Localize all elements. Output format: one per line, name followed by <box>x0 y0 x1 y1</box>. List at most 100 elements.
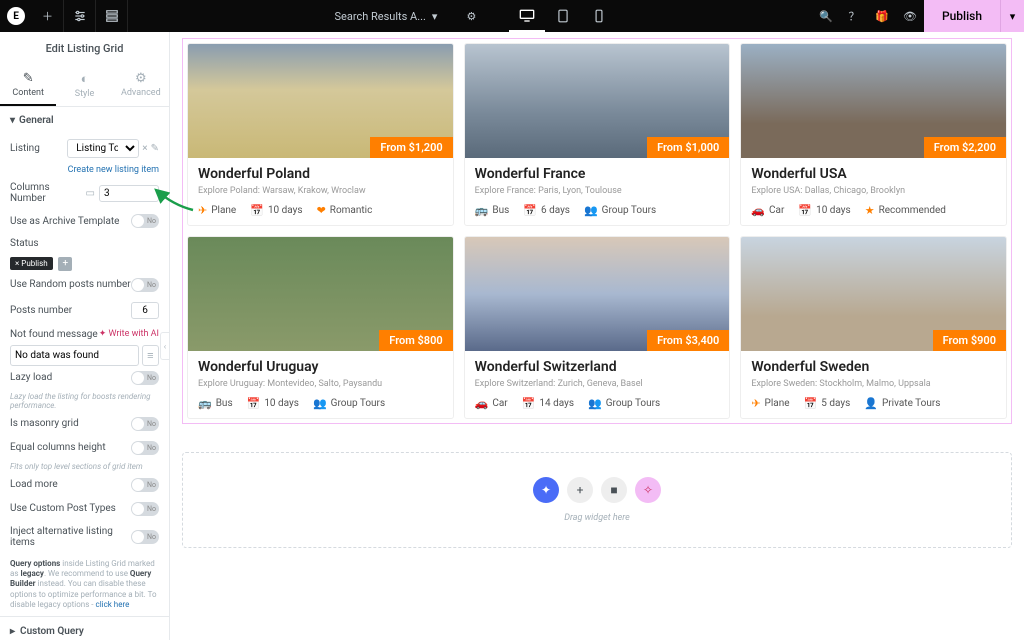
collapse-sidebar[interactable]: ‹ <box>160 332 170 360</box>
price-badge: From $900 <box>933 330 1006 351</box>
listing-grid-widget[interactable]: From $1,200 Wonderful Poland Explore Pol… <box>182 38 1012 424</box>
card-title: Wonderful Uruguay <box>198 359 443 375</box>
card-meta: 🚗Car 📅10 days ★Recommended <box>751 204 996 217</box>
dynamic-tags-icon[interactable]: ≡ <box>142 345 159 366</box>
listing-card[interactable]: From $800 Wonderful Uruguay Explore Urug… <box>187 236 454 419</box>
status-label: Status <box>10 238 159 249</box>
card-image: From $2,200 <box>741 44 1006 158</box>
whats-new-icon[interactable]: 🎁 <box>868 0 896 32</box>
tag-icon: ❤ <box>317 204 326 217</box>
droplet-icon: ◐ <box>56 71 112 87</box>
listing-card[interactable]: From $900 Wonderful Sweden Explore Swede… <box>740 236 1007 419</box>
device-mobile[interactable] <box>581 0 617 32</box>
eqcol-hint: Fits only top level sections of grid ite… <box>10 460 159 473</box>
topbar: E ＋ Search Results A... ▾ ⚙ 🔍 ？ <box>0 0 1024 32</box>
price-badge: From $800 <box>379 330 452 351</box>
card-body: Wonderful Poland Explore Poland: Warsaw,… <box>188 158 453 225</box>
publish-button[interactable]: Publish <box>924 0 1000 32</box>
card-meta: 🚌Bus 📅6 days 👥Group Tours <box>475 204 720 217</box>
card-body: Wonderful Switzerland Explore Switzerlan… <box>465 351 730 418</box>
tab-style[interactable]: ◐Style <box>56 65 112 106</box>
cpt-label: Use Custom Post Types <box>10 503 131 514</box>
random-label: Use Random posts number <box>10 279 131 290</box>
create-listing-link[interactable]: Create new listing item <box>10 163 159 177</box>
listing-select[interactable]: Listing Tours <box>67 139 139 158</box>
listing-label: Listing <box>10 143 67 154</box>
calendar-icon: 📅 <box>522 397 536 410</box>
lazy-toggle[interactable]: No <box>131 371 159 385</box>
listing-clear-icon[interactable]: × <box>142 143 147 154</box>
card-title: Wonderful France <box>475 166 720 182</box>
card-meta: 🚗Car 📅14 days 👥Group Tours <box>475 397 720 410</box>
chevron-down-icon: ▾ <box>432 10 438 23</box>
inject-toggle[interactable]: No <box>131 530 159 544</box>
acc-custom-query[interactable]: ▸Custom Query <box>0 616 169 640</box>
card-subtitle: Explore USA: Dallas, Chicago, Brooklyn <box>751 186 996 196</box>
dz-ai-button[interactable]: ✦ <box>533 477 559 503</box>
lazy-hint: Lazy load the listing for boosts renderi… <box>10 390 159 412</box>
card-body: Wonderful Sweden Explore Sweden: Stockho… <box>741 351 1006 418</box>
status-add-button[interactable]: + <box>58 257 72 271</box>
calendar-icon: 📅 <box>804 397 818 410</box>
notfound-label: Not found message <box>10 329 99 340</box>
price-badge: From $2,200 <box>924 137 1006 158</box>
card-subtitle: Explore Sweden: Stockholm, Malmo, Uppsal… <box>751 379 996 389</box>
structure-button[interactable] <box>96 0 128 32</box>
page-settings-icon[interactable]: ⚙ <box>457 0 485 32</box>
archive-toggle[interactable]: No <box>131 214 159 228</box>
listing-card[interactable]: From $1,000 Wonderful France Explore Fra… <box>464 43 731 226</box>
elementor-logo[interactable]: E <box>0 0 32 32</box>
notfound-input[interactable] <box>10 345 139 366</box>
caret-down-icon: ▾ <box>10 115 15 126</box>
card-subtitle: Explore Poland: Warsaw, Krakow, Wroclaw <box>198 186 443 196</box>
cpt-toggle[interactable]: No <box>131 502 159 516</box>
page-selector[interactable]: Search Results A... ▾ <box>322 0 449 32</box>
page-label: Search Results A... <box>334 10 425 23</box>
tab-advanced[interactable]: ⚙Advanced <box>113 65 169 106</box>
masonry-toggle[interactable]: No <box>131 417 159 431</box>
dz-add-button[interactable]: + <box>567 477 593 503</box>
help-icon[interactable]: ？ <box>840 0 868 32</box>
card-image: From $900 <box>741 237 1006 351</box>
tag-icon: ★ <box>865 204 875 217</box>
write-ai-link[interactable]: ✦ Write with AI <box>99 329 159 339</box>
dropzone[interactable]: ✦ + ■ ✧ Drag widget here <box>182 452 1012 548</box>
finder-icon[interactable]: 🔍 <box>812 0 840 32</box>
card-title: Wonderful Switzerland <box>475 359 720 375</box>
publish-dropdown[interactable]: ▾ <box>1000 0 1024 32</box>
tab-content[interactable]: ✎Content <box>0 65 56 106</box>
listing-card[interactable]: From $2,200 Wonderful USA Explore USA: D… <box>740 43 1007 226</box>
cols-input[interactable] <box>99 185 159 202</box>
eqcol-label: Equal columns height <box>10 442 131 453</box>
responsive-icon[interactable]: ▭ <box>86 188 95 199</box>
device-tablet[interactable] <box>545 0 581 32</box>
lazy-label: Lazy load <box>10 372 131 383</box>
transport-icon: ✈ <box>751 397 760 410</box>
card-subtitle: Explore Switzerland: Zurich, Geneva, Bas… <box>475 379 720 389</box>
eqcol-toggle[interactable]: No <box>131 441 159 455</box>
listing-card[interactable]: From $1,200 Wonderful Poland Explore Pol… <box>187 43 454 226</box>
section-general[interactable]: ▾General <box>0 107 169 134</box>
editor-canvas[interactable]: From $1,200 Wonderful Poland Explore Pol… <box>170 32 1024 640</box>
calendar-icon: 📅 <box>523 204 537 217</box>
preview-icon[interactable]: 👁 <box>896 0 924 32</box>
status-tag[interactable]: × Publish <box>10 257 53 270</box>
site-settings-button[interactable] <box>64 0 96 32</box>
listing-edit-icon[interactable]: ✎ <box>151 143 159 154</box>
loadmore-toggle[interactable]: No <box>131 478 159 492</box>
gear-icon: ⚙ <box>113 71 169 86</box>
card-title: Wonderful Sweden <box>751 359 996 375</box>
postsnum-input[interactable] <box>131 302 159 319</box>
add-element-button[interactable]: ＋ <box>32 0 64 32</box>
transport-icon: 🚌 <box>475 204 489 217</box>
caret-right-icon: ▸ <box>10 626 15 637</box>
dz-folder-button[interactable]: ■ <box>601 477 627 503</box>
device-desktop[interactable] <box>509 0 545 32</box>
transport-icon: 🚌 <box>198 397 212 410</box>
legacy-disable-link[interactable]: click here <box>96 600 130 609</box>
legacy-note: Query options inside Listing Grid marked… <box>10 553 159 617</box>
card-title: Wonderful Poland <box>198 166 443 182</box>
dz-magic-button[interactable]: ✧ <box>635 477 661 503</box>
random-toggle[interactable]: No <box>131 278 159 292</box>
listing-card[interactable]: From $3,400 Wonderful Switzerland Explor… <box>464 236 731 419</box>
